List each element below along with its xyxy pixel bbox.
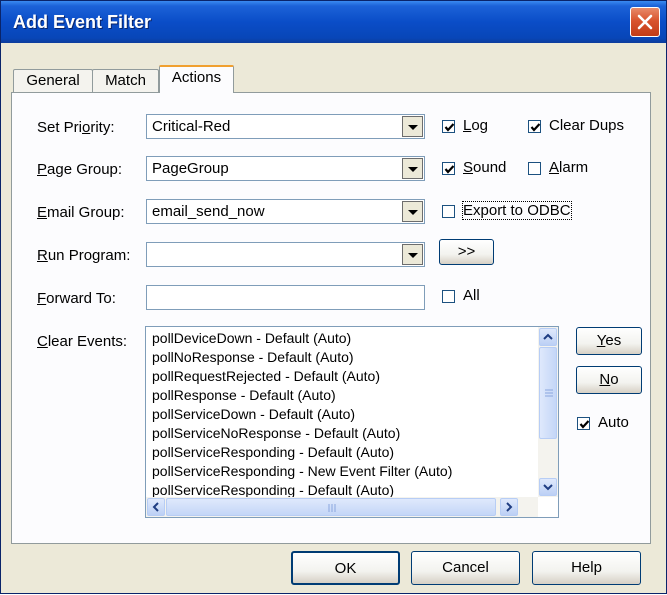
- export-to-odbc-label: Export to ODBC: [462, 201, 572, 220]
- scroll-left-button[interactable]: [147, 498, 165, 516]
- vertical-scroll-thumb[interactable]: [539, 347, 557, 439]
- scroll-down-button[interactable]: [539, 478, 557, 496]
- clear-events-listbox[interactable]: pollDeviceDown - Default (Auto) pollNoRe…: [145, 326, 559, 518]
- auto-label: Auto: [598, 414, 629, 431]
- cancel-button[interactable]: Cancel: [411, 551, 520, 585]
- checkmark-icon: [444, 165, 455, 174]
- list-item[interactable]: pollDeviceDown - Default (Auto): [152, 330, 351, 346]
- list-item[interactable]: pollNoResponse - Default (Auto): [152, 349, 354, 365]
- list-item[interactable]: pollServiceResponding - Default (Auto): [152, 482, 394, 498]
- clear-events-label: Clear Events:: [37, 333, 128, 350]
- chevron-up-icon: [543, 333, 553, 340]
- horizontal-scroll-thumb[interactable]: [166, 498, 496, 516]
- alarm-label: Alarm: [549, 159, 589, 176]
- list-item[interactable]: pollServiceNoResponse - Default (Auto): [152, 425, 400, 441]
- run-program-label: Run Program:: [37, 247, 131, 264]
- page-group-label: Page Group:: [37, 161, 123, 178]
- checkmark-icon: [530, 123, 541, 132]
- grip-icon: [328, 504, 336, 512]
- clear-dups-label: Clear Dups: [549, 117, 625, 134]
- email-group-label: Email Group:: [37, 204, 125, 221]
- chevron-down-icon: [543, 484, 553, 491]
- sound-label: Sound: [463, 159, 507, 176]
- horizontal-scrollbar[interactable]: [146, 497, 538, 517]
- list-item[interactable]: pollRequestRejected - Default (Auto): [152, 368, 380, 384]
- forward-to-input[interactable]: [146, 285, 425, 310]
- chevron-down-icon[interactable]: [402, 158, 423, 179]
- list-item[interactable]: pollServiceResponding - Default (Auto): [152, 444, 394, 460]
- email-group-dropdown[interactable]: email_send_now: [146, 199, 425, 224]
- page-group-dropdown[interactable]: PageGroup: [146, 156, 425, 181]
- yes-button[interactable]: Yes: [576, 327, 642, 355]
- chevron-right-icon: [506, 502, 513, 512]
- chevron-left-icon: [152, 502, 159, 512]
- add-event-filter-dialog: Add Event Filter General Match Actions S…: [0, 0, 667, 594]
- list-item[interactable]: pollServiceResponding - New Event Filter…: [152, 463, 452, 479]
- help-button[interactable]: Help: [532, 551, 641, 585]
- email-group-value: email_send_now: [152, 203, 265, 220]
- ok-button[interactable]: OK: [291, 551, 400, 585]
- set-priority-dropdown[interactable]: Critical-Red: [146, 114, 425, 139]
- log-label: Log: [463, 117, 489, 134]
- checkmark-icon: [579, 420, 590, 429]
- forward-to-label: Forward To:: [37, 290, 116, 307]
- scroll-up-button[interactable]: [539, 328, 557, 346]
- run-program-dropdown[interactable]: [146, 242, 425, 267]
- list-item[interactable]: pollServiceDown - Default (Auto): [152, 406, 355, 422]
- list-item[interactable]: pollResponse - Default (Auto): [152, 387, 336, 403]
- checkmark-icon: [444, 123, 455, 132]
- browse-program-button[interactable]: >>: [439, 239, 494, 265]
- grip-icon: [545, 389, 553, 397]
- set-priority-value: Critical-Red: [152, 118, 231, 135]
- no-button[interactable]: No: [576, 366, 642, 394]
- set-priority-label: Set Priority:: [37, 119, 115, 136]
- chevron-down-icon[interactable]: [402, 116, 423, 137]
- chevron-down-icon[interactable]: [402, 244, 423, 265]
- scroll-right-button[interactable]: [500, 498, 518, 516]
- vertical-scrollbar[interactable]: [538, 327, 558, 497]
- all-label: All: [463, 287, 480, 304]
- chevron-down-icon[interactable]: [402, 201, 423, 222]
- page-group-value: PageGroup: [152, 160, 229, 177]
